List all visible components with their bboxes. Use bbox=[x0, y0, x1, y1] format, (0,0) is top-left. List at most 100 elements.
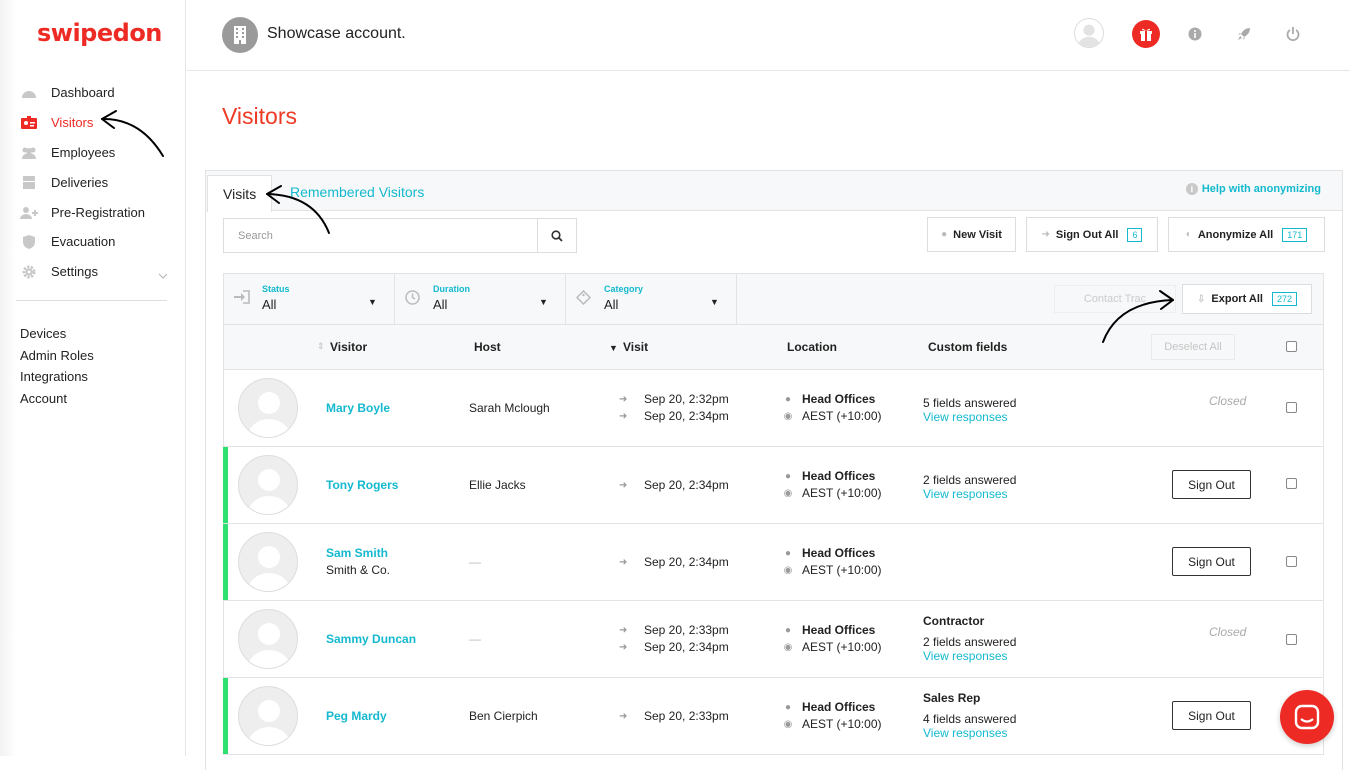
user-avatar[interactable] bbox=[1074, 18, 1104, 48]
sidebar-nav: Dashboard Visitors Employees Deliveries … bbox=[20, 78, 170, 287]
sidebar-link-devices[interactable]: Devices bbox=[20, 323, 94, 345]
visits-table-body: Mary Boyle Sarah Mclough ➜ Sep 20, 2:32pm… bbox=[223, 370, 1324, 755]
search-input[interactable] bbox=[223, 218, 538, 253]
globe-icon: ◉ bbox=[783, 718, 793, 730]
sign-out-all-label: Sign Out All bbox=[1055, 228, 1119, 241]
row-checkbox[interactable] bbox=[1286, 556, 1297, 567]
sidebar-item-evacuation[interactable]: Evacuation bbox=[20, 227, 170, 257]
anonymize-all-button[interactable]: ◐ Anonymize All 171 bbox=[1168, 217, 1325, 252]
status-filter-label: Status bbox=[262, 284, 290, 294]
sort-icon[interactable]: ⇕ bbox=[317, 341, 325, 352]
info-icon[interactable] bbox=[1180, 19, 1210, 49]
sidebar-item-employees[interactable]: Employees bbox=[20, 138, 170, 168]
gift-icon[interactable] bbox=[1132, 20, 1160, 48]
map-pin-icon: ● bbox=[784, 701, 792, 713]
sign-out-button[interactable]: Sign Out bbox=[1172, 547, 1251, 576]
visitor-name[interactable]: Sammy Duncan bbox=[326, 632, 416, 646]
row-checkbox[interactable] bbox=[1286, 478, 1297, 489]
map-pin-icon: ● bbox=[784, 393, 792, 405]
sidebar-link-integrations[interactable]: Integrations bbox=[20, 366, 94, 388]
sidebar-item-label: Dashboard bbox=[51, 85, 115, 101]
visitor-name[interactable]: Tony Rogers bbox=[326, 478, 398, 492]
sign-out-button[interactable]: Sign Out bbox=[1172, 701, 1251, 730]
anonymize-all-label: Anonymize All bbox=[1197, 228, 1274, 241]
sign-out-button[interactable]: Sign Out bbox=[1172, 470, 1251, 499]
shield-icon bbox=[20, 234, 38, 249]
sign-out-icon: ➜ bbox=[1041, 229, 1050, 240]
column-location[interactable]: Location bbox=[787, 340, 837, 354]
category-filter[interactable]: Category All ▼ bbox=[566, 274, 737, 324]
contact-trace-button[interactable]: Contact Trac bbox=[1054, 285, 1176, 313]
swipedon-logo[interactable]: swipedon bbox=[37, 19, 162, 47]
host-name: — bbox=[469, 632, 481, 646]
location: ● Head Offices bbox=[782, 392, 875, 406]
select-all-checkbox[interactable] bbox=[1286, 341, 1297, 352]
fields-answered: 4 fields answered bbox=[923, 712, 1017, 726]
sign-in-icon: ➜ bbox=[619, 624, 628, 636]
view-responses-link[interactable]: View responses bbox=[923, 410, 1008, 424]
globe-icon: ◉ bbox=[783, 641, 793, 653]
avatar bbox=[238, 609, 298, 669]
sidebar-item-settings[interactable]: Settings bbox=[20, 257, 170, 287]
table-row[interactable]: Tony Rogers Ellie Jacks ➜ Sep 20, 2:34pm … bbox=[223, 447, 1324, 524]
status-filter[interactable]: Status All ▼ bbox=[224, 274, 395, 324]
sidebar-link-admin-roles[interactable]: Admin Roles bbox=[20, 345, 94, 367]
location: ● Head Offices bbox=[782, 546, 875, 560]
deselect-all-button[interactable]: Deselect All bbox=[1151, 334, 1235, 360]
table-row[interactable]: Sam Smith Smith & Co. — ➜ Sep 20, 2:34pm … bbox=[223, 524, 1324, 601]
caret-down-icon: ▼ bbox=[710, 297, 719, 307]
sign-in-time: ➜ Sep 20, 2:34pm bbox=[619, 478, 729, 492]
visitor-name[interactable]: Mary Boyle bbox=[326, 401, 390, 415]
sidebar-item-pre-registration[interactable]: Pre-Registration bbox=[20, 197, 170, 227]
employees-icon bbox=[20, 145, 38, 159]
chat-launcher-button[interactable] bbox=[1280, 690, 1334, 744]
duration-filter[interactable]: Duration All ▼ bbox=[395, 274, 566, 324]
table-row[interactable]: Peg Mardy Ben Cierpich ➜ Sep 20, 2:33pm ●… bbox=[223, 678, 1324, 755]
column-visit[interactable]: Visit bbox=[623, 340, 648, 354]
filter-bar: Status All ▼ Duration All ▼ Category All… bbox=[223, 273, 1324, 325]
host-name: Ellie Jacks bbox=[469, 478, 526, 492]
view-responses-link[interactable]: View responses bbox=[923, 487, 1008, 501]
tab-remembered-visitors[interactable]: Remembered Visitors bbox=[290, 184, 424, 200]
tag-icon bbox=[575, 289, 592, 310]
sign-out-all-count: 6 bbox=[1127, 227, 1143, 242]
sidebar-item-label: Pre-Registration bbox=[51, 204, 145, 220]
row-checkbox[interactable] bbox=[1286, 634, 1297, 645]
column-host[interactable]: Host bbox=[474, 340, 501, 354]
power-icon[interactable] bbox=[1278, 19, 1308, 49]
sign-out-all-button[interactable]: ➜ Sign Out All 6 bbox=[1026, 217, 1158, 252]
visitor-badge-icon bbox=[20, 116, 38, 130]
new-visit-button[interactable]: ● New Visit bbox=[927, 217, 1016, 252]
column-custom-fields[interactable]: Custom fields bbox=[928, 340, 1007, 354]
map-pin-icon: ● bbox=[784, 624, 792, 636]
table-row[interactable]: Mary Boyle Sarah Mclough ➜ Sep 20, 2:32pm… bbox=[223, 370, 1324, 447]
visitor-name[interactable]: Peg Mardy bbox=[326, 709, 387, 723]
building-icon bbox=[222, 17, 258, 53]
visitor-name[interactable]: Sam Smith bbox=[326, 546, 388, 560]
sidebar-link-account[interactable]: Account bbox=[20, 388, 94, 410]
duration-filter-value: All bbox=[433, 297, 448, 312]
sign-in-icon: ➜ bbox=[619, 556, 628, 568]
sidebar-item-label: Settings bbox=[51, 264, 98, 280]
chevron-down-icon[interactable] bbox=[158, 267, 168, 282]
row-checkbox[interactable] bbox=[1286, 402, 1297, 413]
view-responses-link[interactable]: View responses bbox=[923, 649, 1008, 663]
sidebar-item-visitors[interactable]: Visitors bbox=[20, 108, 170, 138]
sidebar-item-dashboard[interactable]: Dashboard bbox=[20, 78, 170, 108]
column-visitor[interactable]: Visitor bbox=[330, 340, 367, 354]
rocket-icon[interactable] bbox=[1229, 19, 1259, 49]
account-name[interactable]: Showcase account. bbox=[267, 25, 406, 43]
export-all-button[interactable]: ⇩ Export All 272 bbox=[1182, 284, 1312, 314]
sign-out-icon: ➜ bbox=[619, 641, 628, 653]
fields-answered: 2 fields answered bbox=[923, 473, 1017, 487]
help-anonymizing-link[interactable]: i Help with anonymizing bbox=[1185, 183, 1321, 195]
eye-slash-icon: ◐ bbox=[1185, 229, 1192, 240]
tab-visits[interactable]: Visits bbox=[207, 175, 273, 212]
clock-icon bbox=[405, 290, 420, 310]
view-responses-link[interactable]: View responses bbox=[923, 726, 1008, 740]
search-button[interactable] bbox=[537, 218, 577, 253]
sidebar-item-deliveries[interactable]: Deliveries bbox=[20, 167, 170, 197]
table-row[interactable]: Sammy Duncan — ➜ Sep 20, 2:33pm ➜ Sep 20, … bbox=[223, 601, 1324, 678]
sort-desc-icon[interactable]: ▼ bbox=[609, 343, 618, 353]
sidebar-item-label: Evacuation bbox=[51, 234, 116, 250]
